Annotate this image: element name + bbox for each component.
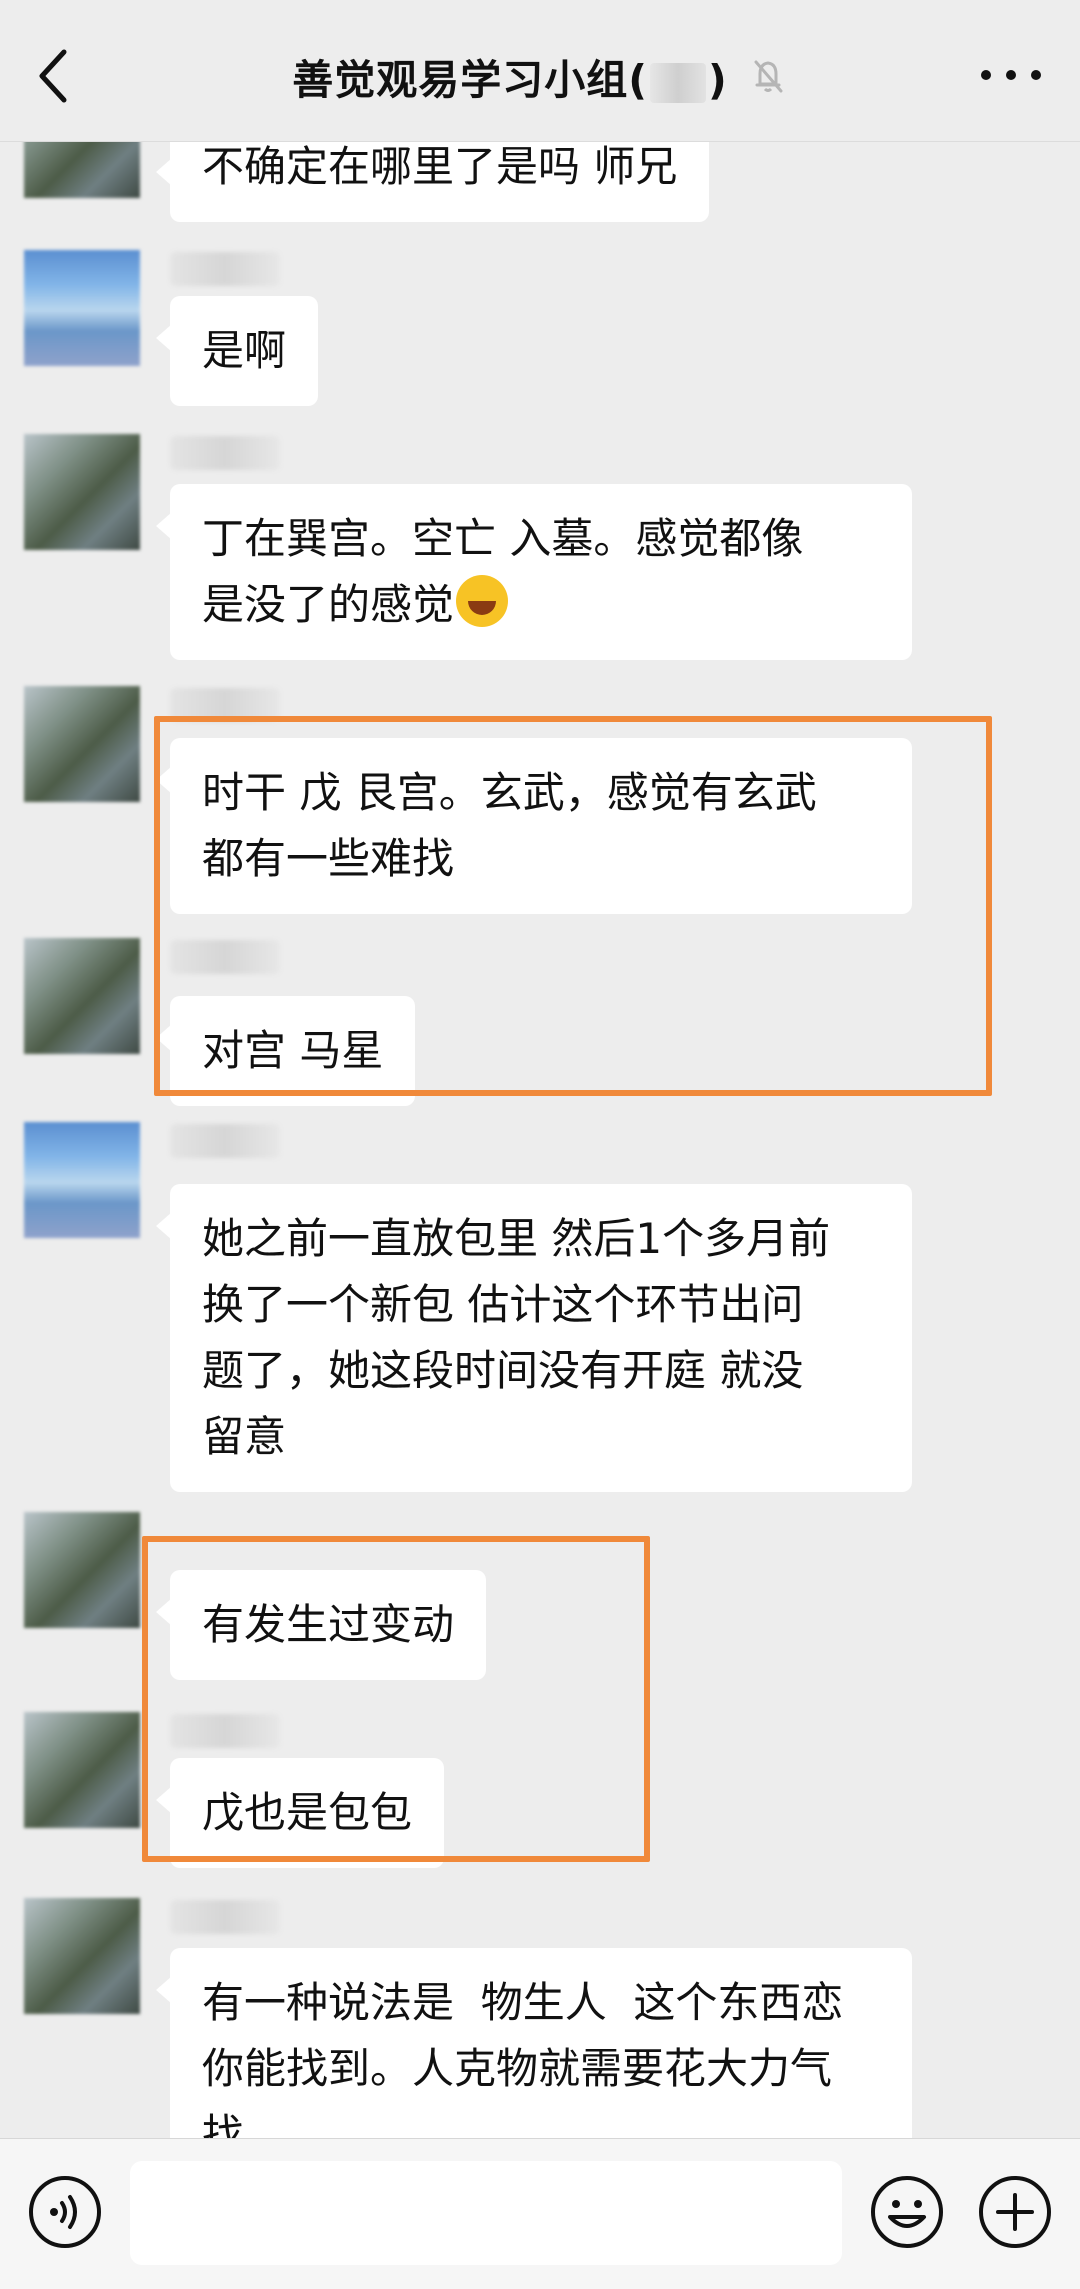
message-bubble[interactable]: 有发生过变动: [155, 1570, 487, 1680]
message-bubble[interactable]: 是啊: [155, 296, 319, 406]
message-text: 她之前一直放包里 然后1个多月前 换了一个新包 估计这个环节出问 题了，她这段时…: [202, 1214, 831, 1461]
input-toolbar: [0, 2138, 1080, 2289]
avatar[interactable]: [24, 1122, 140, 1238]
avatar[interactable]: [24, 250, 140, 366]
chat-header: 善觉观易学习小组(): [0, 0, 1080, 142]
message-text: 戊也是包包: [202, 1788, 413, 1837]
message-text: 时干 戊 艮宫。玄武，感觉有玄武 都有一些难找: [202, 768, 817, 883]
avatar[interactable]: [24, 434, 140, 550]
message-text: 对宫 马星: [202, 1026, 384, 1075]
sender-name-blurred: [170, 436, 280, 470]
laughing-tears-emoji-icon: [456, 575, 509, 627]
avatar[interactable]: [24, 142, 140, 198]
message-text: 不确定在哪里了是吗 师兄: [202, 142, 678, 191]
message-bubble[interactable]: 丁在巽宫。空亡 入墓。感觉都像 是没了的感觉: [156, 484, 912, 660]
message-text: 有一种说法是 物生人 这个东西恋 你能找到。人克物就需要花大力气 找: [202, 1978, 844, 2138]
title-container: 善觉观易学习小组(): [0, 44, 1080, 108]
emoji-icon[interactable]: [868, 2173, 946, 2251]
avatar[interactable]: [24, 686, 140, 802]
plus-circle-icon[interactable]: [976, 2173, 1054, 2251]
message-bubble[interactable]: 时干 戊 艮宫。玄武，感觉有玄武 都有一些难找: [156, 738, 912, 914]
message-text: 是啊: [202, 326, 287, 375]
avatar[interactable]: [24, 1512, 140, 1628]
message-bubble[interactable]: 不确定在哪里了是吗 师兄: [155, 142, 710, 222]
chat-title: 善觉观易学习小组(): [292, 56, 728, 104]
message-bubble[interactable]: 她之前一直放包里 然后1个多月前 换了一个新包 估计这个环节出问 题了，她这段时…: [156, 1184, 912, 1492]
message-input[interactable]: [130, 2161, 842, 2265]
voice-input-icon[interactable]: [26, 2173, 104, 2251]
sender-name-blurred: [170, 252, 280, 286]
avatar[interactable]: [24, 938, 140, 1054]
bell-muted-icon: [754, 60, 783, 93]
message-text: 有发生过变动: [202, 1600, 455, 1649]
blurred-count: [650, 63, 706, 103]
sender-name-blurred: [170, 1714, 280, 1748]
message-bubble[interactable]: 有一种说法是 物生人 这个东西恋 你能找到。人克物就需要花大力气 找: [156, 1948, 912, 2138]
sender-name-blurred: [170, 1900, 280, 1934]
message-bubble[interactable]: 戊也是包包: [155, 1758, 445, 1868]
sender-name-blurred: [170, 688, 280, 722]
message-list[interactable]: 不确定在哪里了是吗 师兄 是啊 丁在巽宫。空亡 入墓。感觉都像 是没了的感觉 时…: [0, 142, 1080, 2138]
avatar[interactable]: [24, 1898, 140, 2014]
more-dots-icon[interactable]: [976, 60, 1046, 90]
sender-name-blurred: [170, 940, 280, 974]
message-bubble[interactable]: 对宫 马星: [155, 996, 416, 1106]
sender-name-blurred: [170, 1124, 280, 1158]
avatar[interactable]: [24, 1712, 140, 1828]
